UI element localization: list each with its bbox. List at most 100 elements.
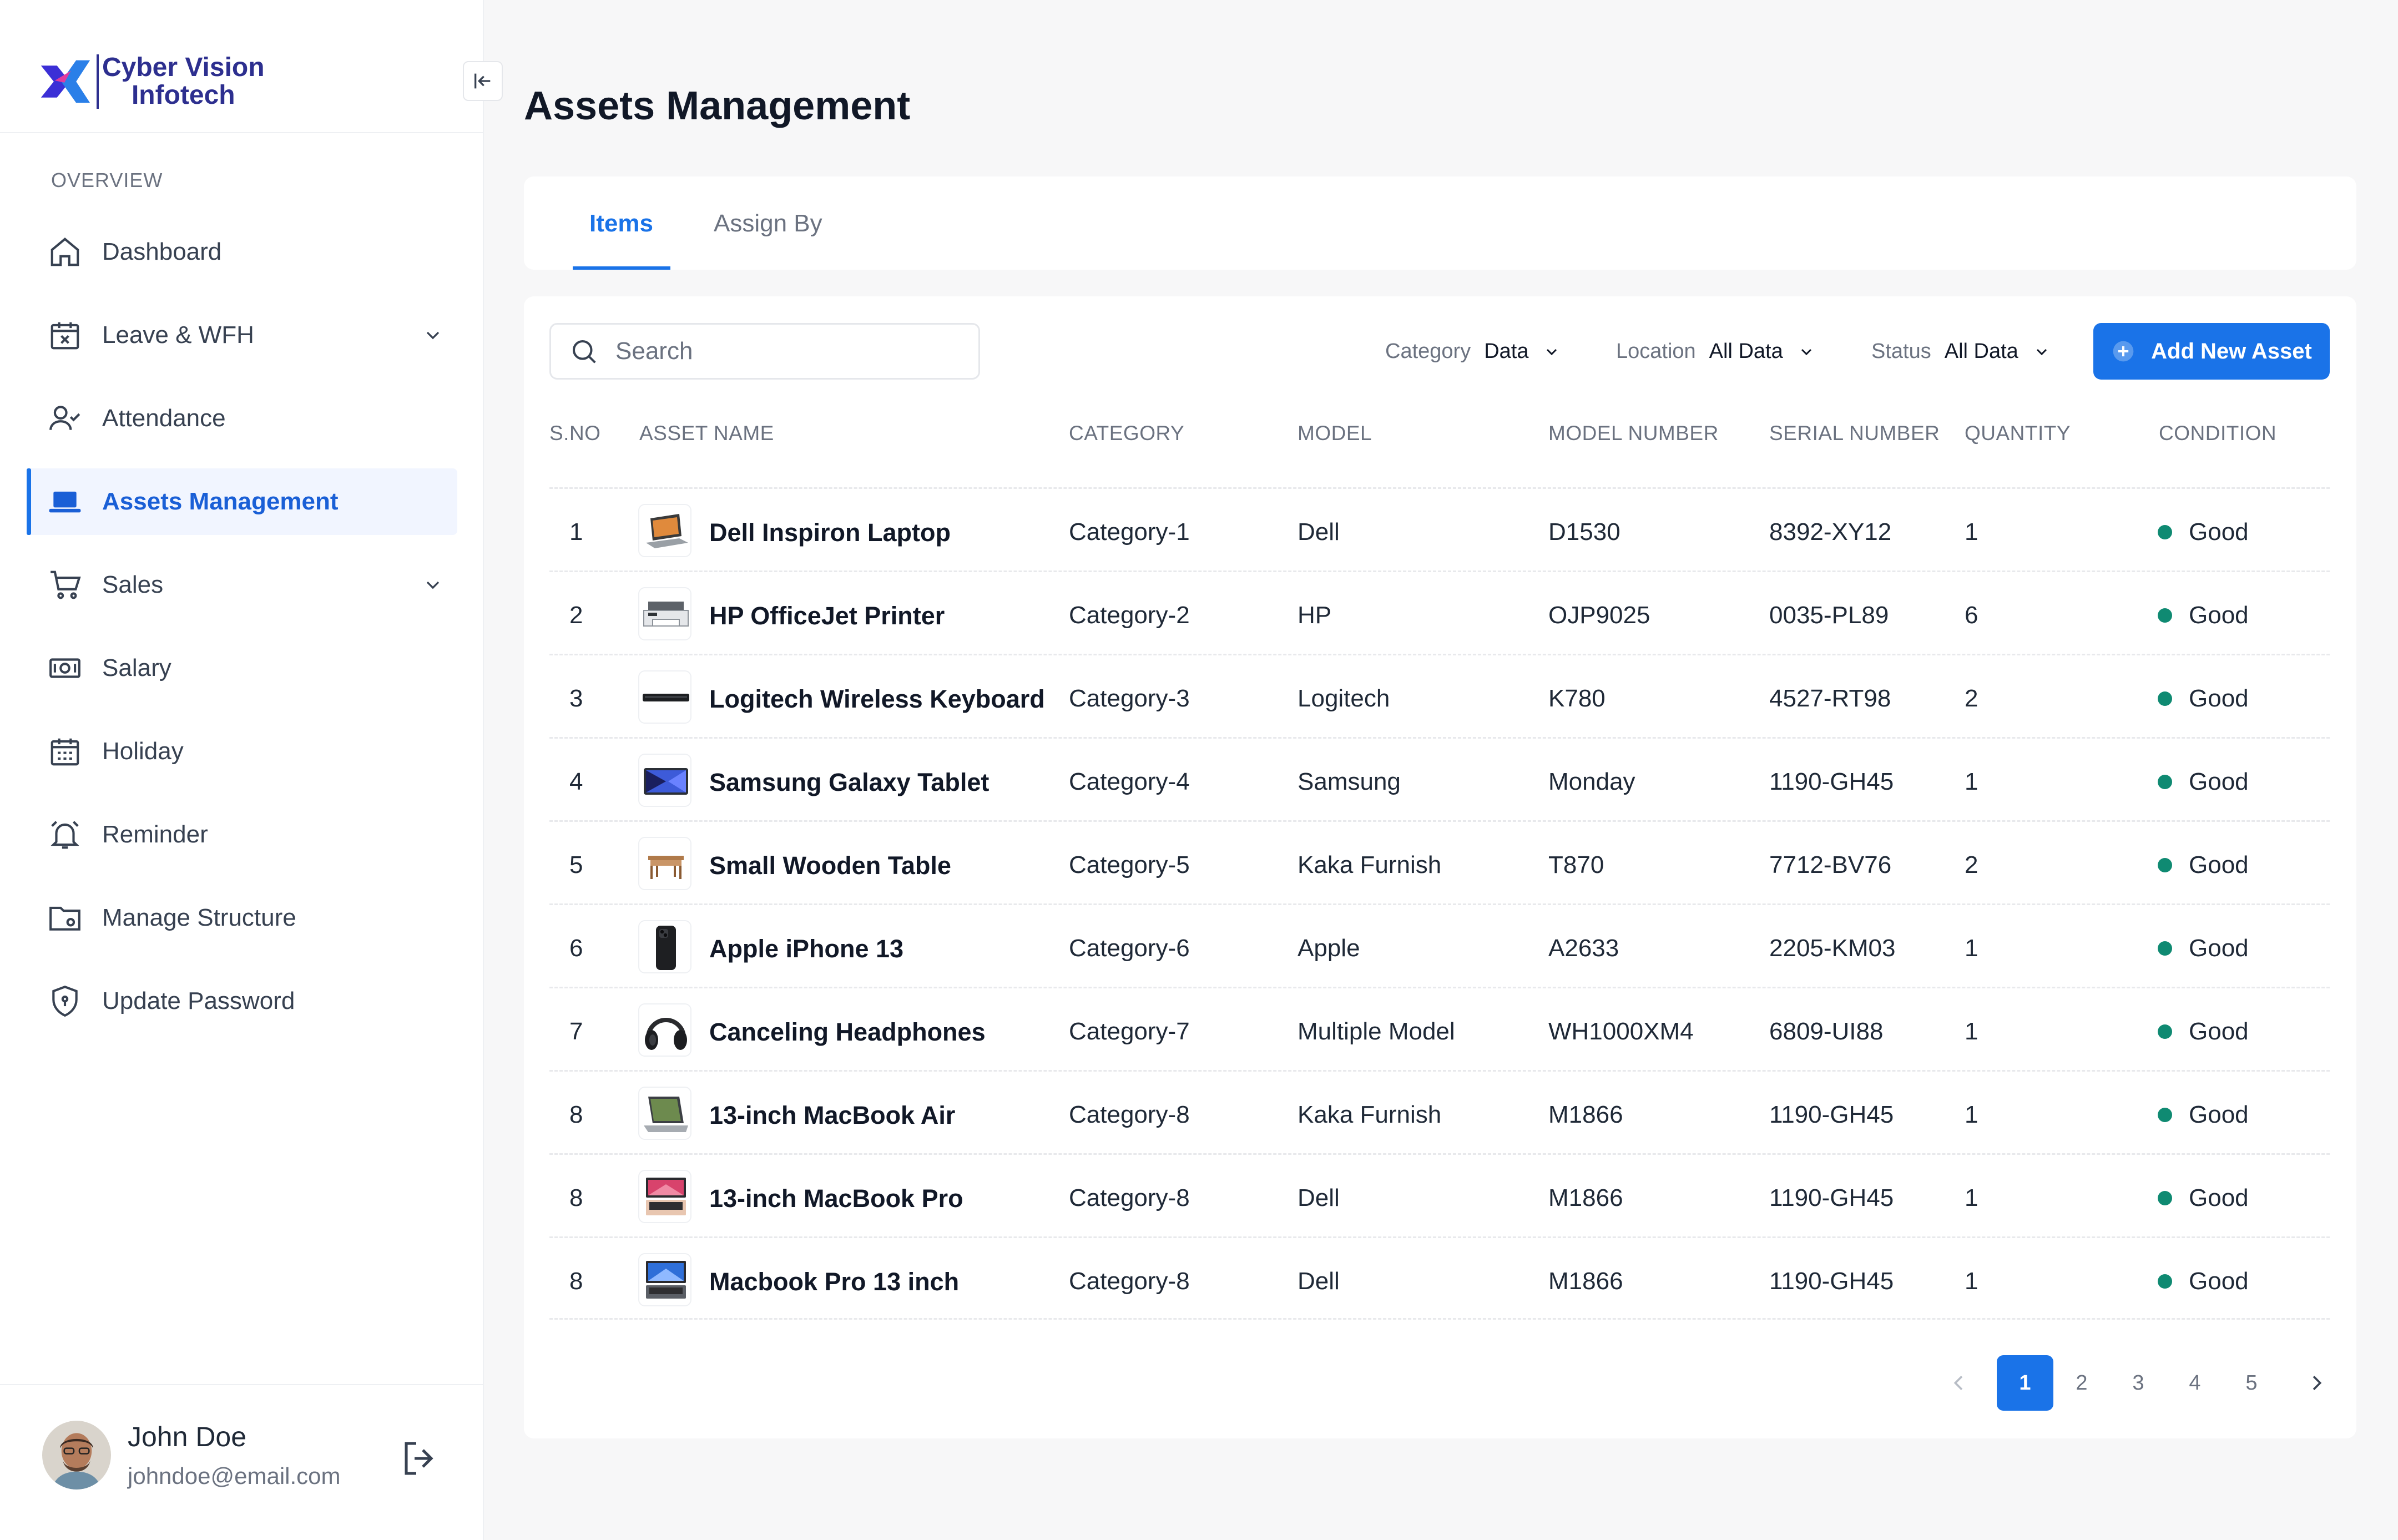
table-row[interactable]: 8 13-inch MacBook Air Category-8 Kaka Fu… (549, 1070, 2330, 1153)
user-email: johndoe@email.com (128, 1463, 341, 1489)
sidebar-item-manage-structure[interactable]: Manage Structure (27, 885, 457, 951)
cell-condition: Good (2189, 935, 2249, 962)
tab-items[interactable]: Items (589, 210, 653, 238)
cell-model-number: M1866 (1548, 1184, 1623, 1211)
cell-category: Category-7 (1069, 1018, 1190, 1045)
table-row[interactable]: 3 Logitech Wireless Keyboard Category-3 … (549, 654, 2330, 737)
cell-quantity: 1 (1965, 1018, 1978, 1045)
cell-asset-name[interactable]: 13-inch MacBook Air (709, 1101, 955, 1130)
cell-category: Category-4 (1069, 768, 1190, 795)
search-icon (572, 340, 596, 363)
cell-model-number: A2633 (1548, 935, 1619, 962)
plus-circle-icon (2113, 341, 2134, 362)
cell-asset-name[interactable]: 13-inch MacBook Pro (709, 1184, 963, 1213)
sidebar-item-reminder[interactable]: Reminder (27, 801, 457, 868)
cell-model-number: Monday (1548, 768, 1635, 795)
cell-quantity: 1 (1965, 935, 1978, 962)
table-row[interactable]: 7 Canceling Headphones Category-7 Multip… (549, 987, 2330, 1070)
cell-quantity: 1 (1965, 1184, 1978, 1211)
status-filter[interactable]: Status All Data (1871, 340, 2051, 363)
cell-serial-number: 0035-PL89 (1769, 602, 1889, 629)
cell-quantity: 1 (1965, 1268, 1978, 1295)
sidebar-item-sales[interactable]: Sales (27, 552, 457, 618)
chevron-right-icon[interactable] (2305, 1372, 2328, 1394)
cell-model: Kaka Furnish (1298, 851, 1442, 878)
cell-asset-name[interactable]: Apple iPhone 13 (709, 935, 903, 963)
cell-condition: Good (2189, 685, 2249, 712)
cell-serial-number: 1190-GH45 (1769, 1184, 1894, 1211)
chevron-down-icon[interactable] (422, 574, 444, 596)
search-box[interactable] (549, 323, 980, 380)
cell-category: Category-3 (1069, 685, 1190, 712)
shield-lock-icon (52, 985, 78, 1017)
cell-asset-name[interactable]: Small Wooden Table (709, 851, 951, 880)
cell-asset-name[interactable]: Samsung Galaxy Tablet (709, 768, 989, 797)
search-input[interactable] (615, 337, 948, 365)
cell-asset-name[interactable]: Canceling Headphones (709, 1018, 986, 1047)
column-header-category: CATEGORY (1069, 422, 1185, 445)
page-button-3[interactable]: 3 (2110, 1355, 2167, 1411)
calendar-x-icon (51, 322, 79, 350)
money-icon (49, 658, 80, 678)
logout-icon[interactable] (400, 1438, 440, 1478)
sidebar-item-attendance[interactable]: Attendance (27, 385, 457, 452)
cell-model: Dell (1298, 518, 1340, 546)
status-dot-icon (2158, 1024, 2172, 1039)
location-filter[interactable]: Location All Data (1616, 340, 1815, 363)
column-header-model-number: MODEL NUMBER (1548, 422, 1719, 445)
cell-category: Category-8 (1069, 1268, 1190, 1295)
sidebar-item-label: Assets Management (102, 488, 339, 515)
collapse-sidebar-button[interactable] (463, 61, 503, 101)
page-button-5[interactable]: 5 (2223, 1355, 2280, 1411)
sidebar-item-leave-wfh[interactable]: Leave & WFH (27, 302, 457, 368)
table-row[interactable]: 8 Macbook Pro 13 inch Category-8 Dell M1… (549, 1236, 2330, 1320)
sidebar-item-dashboard[interactable]: Dashboard (27, 219, 457, 285)
brand-logo[interactable]: Cyber Vision Infotech (39, 51, 265, 112)
macbook-air-thumbnail (638, 1087, 691, 1140)
page-button-4[interactable]: 4 (2167, 1355, 2223, 1411)
user-profile[interactable]: John Doe johndoe@email.com (42, 1421, 341, 1489)
cell-asset-name[interactable]: HP OfficeJet Printer (709, 602, 945, 630)
column-header-quantity: QUANTITY (1965, 422, 2071, 445)
cell-condition: Good (2189, 1268, 2249, 1295)
cell-asset-name[interactable]: Macbook Pro 13 inch (709, 1268, 959, 1296)
table-row[interactable]: 6 Apple iPhone 13 Category-6 Apple A2633… (549, 903, 2330, 987)
table-row[interactable]: 8 13-inch MacBook Pro Category-8 Dell M1… (549, 1153, 2330, 1236)
bell-icon (51, 821, 79, 849)
cell-condition: Good (2189, 602, 2249, 629)
table-row[interactable]: 4 Samsung Galaxy Tablet Category-4 Samsu… (549, 737, 2330, 820)
chevron-down-icon (1547, 349, 1557, 355)
cell-category: Category-5 (1069, 851, 1190, 878)
page-button-2[interactable]: 2 (2053, 1355, 2110, 1411)
status-dot-icon (2158, 1274, 2172, 1289)
sidebar-item-update-password[interactable]: Update Password (27, 968, 457, 1034)
add-new-asset-button[interactable]: Add New Asset (2093, 323, 2330, 380)
chevron-left-icon[interactable] (1948, 1372, 1970, 1394)
cell-asset-name[interactable]: Dell Inspiron Laptop (709, 518, 951, 547)
tab-assign-by[interactable]: Assign By (714, 210, 822, 238)
page-button-1[interactable]: 1 (1997, 1355, 2053, 1411)
status-dot-icon (2158, 525, 2172, 539)
cell-asset-name[interactable]: Logitech Wireless Keyboard (709, 685, 1045, 714)
cell-serial-number: 6809-UI88 (1769, 1018, 1884, 1045)
brand-divider (97, 54, 99, 109)
user-name: John Doe (128, 1421, 247, 1452)
table-row[interactable]: 2 HP OfficeJet Printer Category-2 HP OJP… (549, 570, 2330, 654)
cell-quantity: 1 (1965, 1101, 1978, 1128)
table-row[interactable]: 5 Small Wooden Table Category-5 Kaka Fur… (549, 820, 2330, 903)
chevron-down-icon[interactable] (422, 324, 444, 346)
cell-sno: 8 (569, 1184, 583, 1211)
sidebar-item-assets-management[interactable]: Assets Management (27, 468, 457, 535)
collapse-left-icon (474, 73, 491, 89)
calendar-icon (51, 738, 79, 766)
category-filter[interactable]: Category Data (1385, 340, 1561, 363)
folder-gear-icon (49, 906, 80, 931)
sidebar-item-label: Salary (102, 654, 171, 681)
sidebar-item-salary[interactable]: Salary (27, 635, 457, 701)
filter-value: All Data (1944, 340, 2018, 363)
headphones-thumbnail (638, 1003, 691, 1057)
table-row[interactable]: 1 Dell Inspiron Laptop Category-1 Dell D… (549, 487, 2330, 570)
cell-model-number: M1866 (1548, 1101, 1623, 1128)
sidebar-item-holiday[interactable]: Holiday (27, 718, 457, 785)
cell-model: Logitech (1298, 685, 1390, 712)
